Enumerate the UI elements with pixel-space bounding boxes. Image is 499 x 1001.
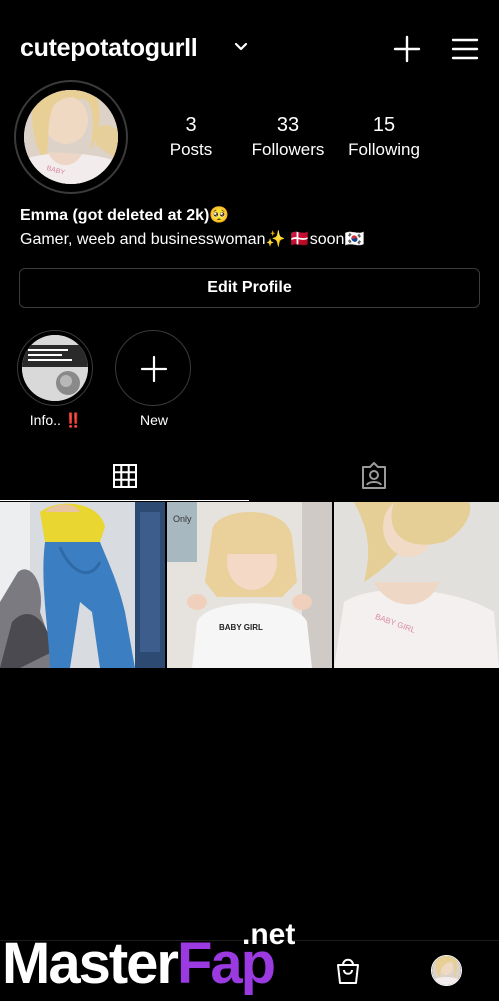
post-thumbnail[interactable]: BABY GIRL bbox=[334, 502, 499, 668]
post-thumbnail[interactable] bbox=[0, 502, 165, 668]
svg-text:BABY GIRL: BABY GIRL bbox=[219, 623, 263, 632]
post-grid: Only BABY GIRL BABY GIRL bbox=[0, 502, 499, 668]
followers-count: 33 bbox=[276, 114, 300, 136]
highlight-label: New bbox=[139, 412, 168, 428]
posts-stat[interactable]: 3 Posts bbox=[136, 114, 246, 160]
username-title[interactable]: cutepotatogurll bbox=[20, 34, 198, 63]
grid-icon bbox=[113, 464, 137, 488]
post-thumbnail[interactable]: Only BABY GIRL bbox=[167, 502, 332, 668]
new-highlight-circle bbox=[115, 330, 191, 406]
watermark-net: .net bbox=[242, 918, 296, 951]
menu-icon[interactable] bbox=[450, 36, 480, 62]
bio-name: Emma (got deleted at 2k)🥺 bbox=[20, 207, 230, 224]
watermark-master: Master bbox=[2, 931, 179, 996]
highlight-info[interactable]: Info.. ‼️ bbox=[17, 330, 95, 429]
highlight-cover bbox=[17, 330, 93, 406]
profile-header: cutepotatogurll bbox=[0, 0, 499, 80]
posts-count: 3 bbox=[185, 114, 197, 136]
svg-text:Only: Only bbox=[173, 514, 192, 524]
following-stat[interactable]: 15 Following bbox=[329, 114, 439, 160]
tab-grid[interactable] bbox=[0, 452, 249, 501]
profile-avatar[interactable]: BABY bbox=[14, 80, 128, 194]
active-tab-indicator bbox=[0, 500, 249, 501]
followers-label: Followers bbox=[251, 140, 325, 159]
highlight-label: Info.. ‼️ bbox=[29, 412, 83, 428]
following-label: Following bbox=[348, 140, 420, 159]
shop-icon[interactable] bbox=[334, 956, 362, 986]
edit-profile-button[interactable]: Edit Profile bbox=[19, 268, 480, 308]
tab-tagged[interactable] bbox=[250, 452, 499, 501]
following-count: 15 bbox=[372, 114, 396, 136]
watermark-text: MasterFap bbox=[2, 930, 276, 997]
bio-text: Gamer, weeb and businesswoman✨ 🇩🇰soon🇰🇷 bbox=[20, 231, 365, 248]
create-post-icon[interactable] bbox=[392, 34, 422, 64]
profile-tabs bbox=[0, 452, 499, 501]
tagged-icon bbox=[362, 462, 386, 489]
highlight-new[interactable]: New bbox=[115, 330, 193, 428]
posts-label: Posts bbox=[169, 140, 213, 159]
chevron-down-icon[interactable] bbox=[234, 42, 248, 52]
followers-stat[interactable]: 33 Followers bbox=[233, 114, 343, 160]
avatar-photo: BABY bbox=[24, 90, 118, 184]
plus-icon bbox=[140, 355, 168, 383]
watermark-logo: MasterFap .net bbox=[0, 918, 320, 1000]
profile-tab-avatar[interactable] bbox=[431, 955, 462, 986]
